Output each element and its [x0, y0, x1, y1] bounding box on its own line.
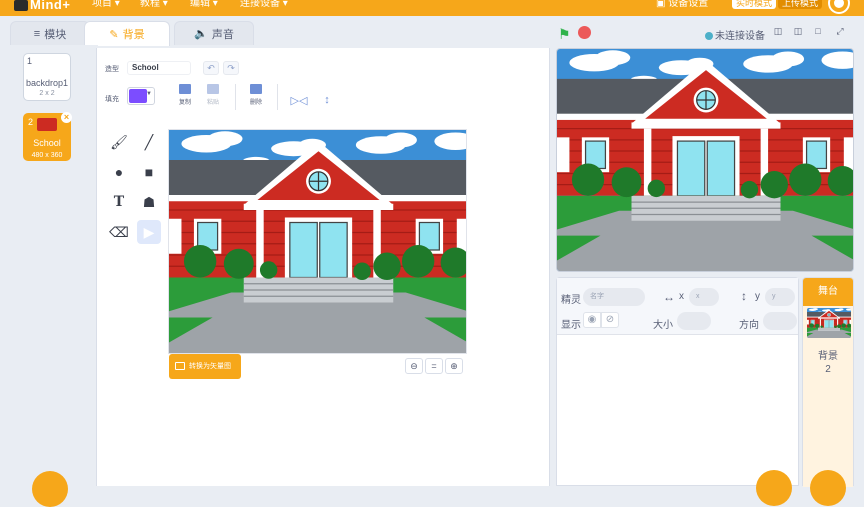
trash-icon — [250, 84, 262, 94]
backdrop-item-selected[interactable]: 2 × School 480 x 360 — [23, 112, 72, 161]
select-icon[interactable]: ▶ — [137, 220, 161, 244]
normal-stage-icon[interactable]: ◫ — [790, 26, 806, 40]
delete-icon[interactable]: × — [61, 112, 72, 123]
menu-tutorial[interactable]: 教程 — [140, 0, 168, 9]
robot-logo-icon — [14, 0, 28, 12]
stage-thumbnail — [807, 308, 851, 338]
stage-backdrop-image — [557, 49, 854, 272]
menu-project[interactable]: 项目 — [92, 0, 120, 9]
top-menu-bar: Mind+ 项目 教程 编辑 连接设备 ▣ 设备设置 实时模式 上传模式 — [0, 0, 864, 16]
app-logo: Mind+ — [14, 0, 70, 12]
backdrop-list: 1 backdrop1 2 x 2 2 × School 480 x 360 — [8, 45, 98, 507]
circle-icon[interactable]: ● — [107, 160, 131, 184]
paste-button[interactable]: 粘贴 — [203, 84, 223, 106]
add-backdrop-stage-button[interactable] — [810, 470, 846, 506]
green-flag-icon[interactable]: ⚑ — [558, 26, 571, 43]
menu-edit[interactable]: 编辑 — [190, 0, 218, 9]
gear-icon[interactable] — [830, 0, 848, 12]
paste-icon — [207, 84, 219, 94]
undo-icon[interactable]: ↶ — [203, 61, 219, 75]
settings-icon: ▣ — [656, 0, 669, 9]
stage-preview[interactable] — [556, 48, 854, 272]
stage-target-pane[interactable]: 舞台 背景 2 — [802, 277, 854, 487]
sprite-label: 精灵 — [561, 295, 581, 306]
hide-eye-icon[interactable]: ⊘ — [601, 312, 619, 328]
show-eye-icon[interactable]: ◉ — [583, 312, 601, 328]
image-icon — [175, 362, 185, 370]
fill-label: 填充 — [105, 96, 119, 103]
eraser-icon[interactable]: ⌫ — [107, 220, 131, 244]
zoom-reset-button[interactable]: = — [425, 358, 443, 374]
y-position-input[interactable]: y — [765, 288, 795, 306]
copy-icon — [179, 84, 191, 94]
status-dot-icon — [705, 32, 713, 40]
delete-button[interactable]: 删除 — [245, 84, 267, 106]
line-icon[interactable]: ╱ — [137, 130, 161, 154]
zoom-out-icon[interactable]: ⊖ — [405, 358, 423, 374]
x-arrows-icon: ↔ — [663, 290, 675, 304]
stage-title: 舞台 — [803, 278, 853, 306]
add-sprite-button[interactable] — [756, 470, 792, 506]
chevron-down-icon: ▼ — [146, 91, 152, 97]
tab-backdrops[interactable]: ✎ 背景 — [84, 21, 170, 46]
paint-canvas[interactable] — [168, 129, 467, 354]
fullscreen-icon[interactable]: ⤢ — [832, 26, 848, 40]
fill-bucket-icon[interactable]: ☗ — [137, 190, 161, 214]
sprite-info-header: 精灵 名字 ↔ x x ↕ y y 显示 ◉ ⊘ 大小 方向 — [557, 278, 798, 335]
convert-to-vector-button[interactable]: 转换为矢量图 — [169, 354, 241, 379]
sprite-name-input[interactable]: 名字 — [583, 288, 645, 306]
tab-sounds[interactable]: 🔈 声音 — [174, 21, 254, 45]
text-icon[interactable]: T — [107, 190, 131, 214]
zoom-in-icon[interactable]: ⊕ — [445, 358, 463, 374]
toolbar-divider — [235, 84, 236, 110]
menu-connect-device[interactable]: 连接设备 — [240, 0, 288, 9]
backdrops-count: 2 — [825, 364, 831, 375]
device-status[interactable]: 未连接设备 — [705, 27, 765, 42]
y-arrows-icon: ↕ — [741, 289, 747, 303]
add-backdrop-button[interactable] — [32, 471, 68, 507]
size-input[interactable] — [677, 312, 711, 330]
backdrops-label: 背景 — [818, 351, 838, 362]
flip-horizontal-icon[interactable]: ▷◁ — [287, 88, 311, 112]
speaker-icon: 🔈 — [194, 28, 208, 40]
paint-editor: 造型 School ↶ ↷ 填充 ▼ 复制 粘贴 删除 ▷◁ ↕ 🖌 ╱ ● ■… — [96, 48, 550, 486]
upload-mode-button[interactable]: 上传模式 — [778, 0, 823, 9]
sprite-info-panel: 精灵 名字 ↔ x x ↕ y y 显示 ◉ ⊘ 大小 方向 — [556, 277, 799, 486]
brush-icon: ✎ — [109, 28, 119, 41]
show-label: 显示 — [561, 320, 581, 331]
stop-icon[interactable] — [578, 26, 591, 39]
fill-color-swatch — [129, 89, 147, 103]
copy-button[interactable]: 复制 — [175, 84, 195, 106]
flip-vertical-icon[interactable]: ↕ — [315, 88, 339, 112]
large-stage-icon[interactable]: □ — [810, 26, 826, 40]
fill-color-picker[interactable]: ▼ — [127, 87, 155, 105]
brush-icon[interactable]: 🖌 — [107, 130, 131, 154]
tab-blocks[interactable]: ≡ 模块 — [10, 21, 90, 45]
x-position-input[interactable]: x — [689, 288, 719, 306]
direction-input[interactable] — [763, 312, 797, 330]
school-thumbnail — [37, 118, 57, 131]
costume-name-input[interactable]: School — [127, 61, 191, 75]
direction-label: 方向 — [739, 320, 759, 331]
school-backdrop-image — [169, 130, 467, 354]
rectangle-icon[interactable]: ■ — [137, 160, 161, 184]
backdrop-item[interactable]: 1 backdrop1 2 x 2 — [23, 53, 71, 101]
size-label: 大小 — [653, 320, 673, 331]
device-settings[interactable]: ▣ 设备设置 — [656, 0, 708, 9]
small-stage-icon[interactable]: ◫ — [770, 26, 786, 40]
toolbar-divider — [277, 84, 278, 110]
redo-icon[interactable]: ↷ — [223, 61, 239, 75]
realtime-mode-button[interactable]: 实时模式 — [732, 0, 777, 9]
blocks-icon: ≡ — [33, 27, 41, 40]
costume-name-label: 造型 — [105, 66, 119, 73]
